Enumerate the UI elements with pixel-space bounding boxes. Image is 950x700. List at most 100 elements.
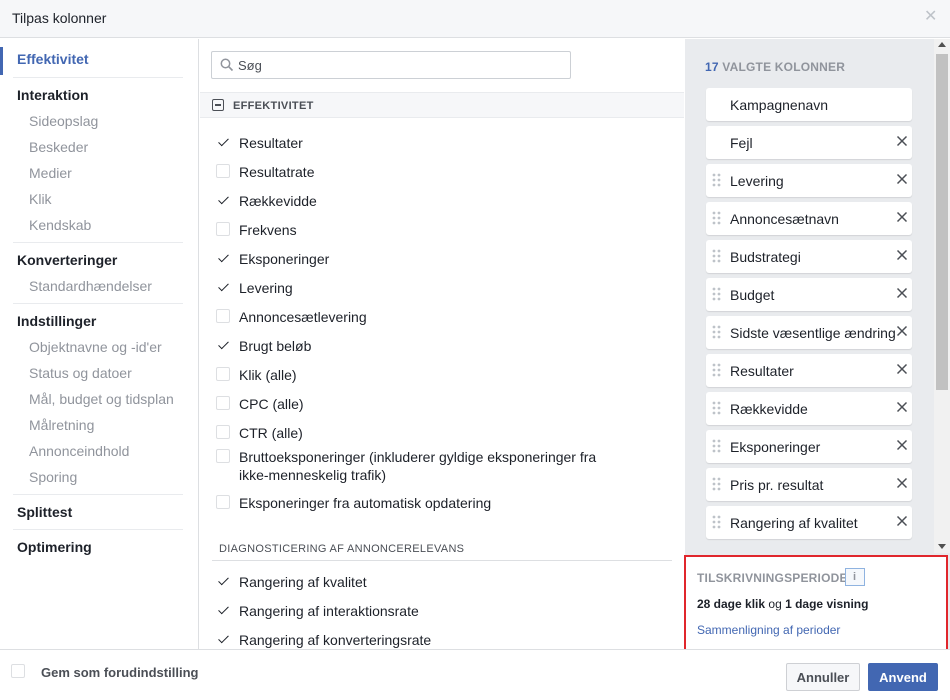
selected-column-card[interactable]: Fejl (706, 126, 912, 159)
remove-icon[interactable] (896, 135, 908, 147)
nav-subitem[interactable]: Standardhændelser (29, 278, 152, 294)
nav-subitem[interactable]: Kendskab (29, 217, 91, 233)
close-icon[interactable]: ✕ (924, 9, 938, 25)
selected-column-card[interactable]: Rækkevidde (706, 392, 912, 425)
drag-handle-icon[interactable] (712, 477, 721, 491)
metric-label[interactable]: Frekvens (239, 221, 297, 239)
remove-icon[interactable] (896, 211, 908, 223)
drag-handle-icon[interactable] (712, 287, 721, 301)
metric-label[interactable]: Levering (239, 279, 293, 297)
metric-checkbox[interactable] (216, 222, 230, 236)
selected-column-card[interactable]: Rangering af kvalitet (706, 506, 912, 539)
nav-group-3[interactable]: Indstillinger (17, 313, 96, 329)
nav-group-5[interactable]: Optimering (17, 539, 92, 555)
drag-handle-icon[interactable] (712, 363, 721, 377)
selected-column-card[interactable]: Budstrategi (706, 240, 912, 273)
metric-checkbox[interactable] (216, 164, 230, 178)
remove-icon[interactable] (896, 249, 908, 261)
scroll-up-icon[interactable] (938, 42, 946, 47)
drag-handle-icon[interactable] (712, 249, 721, 263)
drag-handle-icon[interactable] (712, 401, 721, 415)
metric-checkbox[interactable] (216, 193, 230, 207)
metric-label[interactable]: Rækkevidde (239, 192, 317, 210)
remove-icon[interactable] (896, 325, 908, 337)
nav-subitem[interactable]: Klik (29, 191, 52, 207)
selected-column-label: Levering (730, 173, 784, 189)
remove-icon[interactable] (896, 363, 908, 375)
metric-checkbox[interactable] (216, 425, 230, 439)
nav-subitem[interactable]: Medier (29, 165, 72, 181)
metric-checkbox[interactable] (216, 280, 230, 294)
drag-handle-icon[interactable] (712, 325, 721, 339)
nav-subitem[interactable]: Sideopslag (29, 113, 98, 129)
collapse-icon[interactable] (212, 99, 224, 111)
remove-icon[interactable] (896, 439, 908, 451)
metric-checkbox[interactable] (216, 338, 230, 352)
remove-icon[interactable] (896, 173, 908, 185)
cancel-button[interactable]: Annuller (786, 663, 860, 691)
selected-column-card[interactable]: Eksponeringer (706, 430, 912, 463)
nav-subitem[interactable]: Sporing (29, 469, 77, 485)
diagnostic-label[interactable]: Rangering af interaktionsrate (239, 602, 419, 620)
metric-label[interactable]: Brugt beløb (239, 337, 311, 355)
compare-periods-link[interactable]: Sammenligning af perioder (697, 623, 840, 637)
section-header[interactable]: EFFEKTIVITET (200, 92, 684, 118)
search-box[interactable] (211, 51, 571, 79)
metric-checkbox[interactable] (216, 309, 230, 323)
remove-icon[interactable] (896, 287, 908, 299)
nav-group-4[interactable]: Splittest (17, 504, 72, 520)
metric-checkbox[interactable] (216, 396, 230, 410)
selected-column-card[interactable]: Kampagnenavn (706, 88, 912, 121)
drag-handle-icon[interactable] (712, 211, 721, 225)
save-default-checkbox[interactable] (11, 664, 25, 678)
apply-button[interactable]: Anvend (868, 663, 938, 691)
attribution-joiner: og (768, 597, 782, 611)
drag-handle-icon[interactable] (712, 173, 721, 187)
selected-column-card[interactable]: Pris pr. resultat (706, 468, 912, 501)
selected-column-card[interactable]: Budget (706, 278, 912, 311)
selected-column-card[interactable]: Levering (706, 164, 912, 197)
nav-subitem[interactable]: Status og datoer (29, 365, 132, 381)
diagnostic-checkbox[interactable] (216, 574, 230, 588)
metric-label[interactable]: Resultatrate (239, 163, 314, 181)
selected-column-card[interactable]: Annoncesætnavn (706, 202, 912, 235)
metric-checkbox[interactable] (216, 449, 230, 463)
metric-label[interactable]: Eksponeringer fra automatisk opdatering (239, 494, 491, 512)
diagnostic-label[interactable]: Rangering af konverteringsrate (239, 631, 431, 649)
selected-column-card[interactable]: Sidste væsentlige ændring (706, 316, 912, 349)
info-icon[interactable] (845, 568, 865, 586)
metric-label[interactable]: CTR (alle) (239, 424, 303, 442)
diagnostic-label[interactable]: Rangering af kvalitet (239, 573, 367, 591)
nav-subitem[interactable]: Mål, budget og tidsplan (29, 391, 174, 407)
nav-subitem[interactable]: Annonceindhold (29, 443, 129, 459)
metric-checkbox[interactable] (216, 495, 230, 509)
drag-handle-icon[interactable] (712, 439, 721, 453)
metric-label[interactable]: Eksponeringer (239, 250, 329, 268)
selected-column-label: Sidste væsentlige ændring (730, 325, 896, 341)
metric-label[interactable]: Annoncesætlevering (239, 308, 367, 326)
scrollbar-thumb[interactable] (936, 54, 948, 390)
remove-icon[interactable] (896, 401, 908, 413)
selected-column-card[interactable]: Resultater (706, 354, 912, 387)
drag-handle-icon[interactable] (712, 515, 721, 529)
diagnostic-checkbox[interactable] (216, 603, 230, 617)
metric-label[interactable]: Resultater (239, 134, 303, 152)
nav-subitem[interactable]: Objektnavne og -id'er (29, 339, 162, 355)
nav-group-2[interactable]: Konverteringer (17, 252, 117, 268)
search-input[interactable] (238, 56, 558, 74)
metric-checkbox[interactable] (216, 367, 230, 381)
nav-group-0[interactable]: Effektivitet (17, 51, 89, 67)
remove-icon[interactable] (896, 515, 908, 527)
metric-label[interactable]: CPC (alle) (239, 395, 304, 413)
remove-icon[interactable] (896, 477, 908, 489)
metric-checkbox[interactable] (216, 135, 230, 149)
diagnostic-checkbox[interactable] (216, 632, 230, 646)
metric-label[interactable]: Bruttoeksponeringer (inkluderer gyldige … (239, 448, 599, 484)
metric-label[interactable]: Klik (alle) (239, 366, 297, 384)
metric-checkbox[interactable] (216, 251, 230, 265)
nav-group-1[interactable]: Interaktion (17, 87, 89, 103)
scroll-down-icon[interactable] (938, 544, 946, 549)
nav-subitem[interactable]: Målretning (29, 417, 94, 433)
nav-subitem[interactable]: Beskeder (29, 139, 88, 155)
category-nav: Effektivitet Interaktion Sideopslag Beskede… (0, 39, 199, 649)
